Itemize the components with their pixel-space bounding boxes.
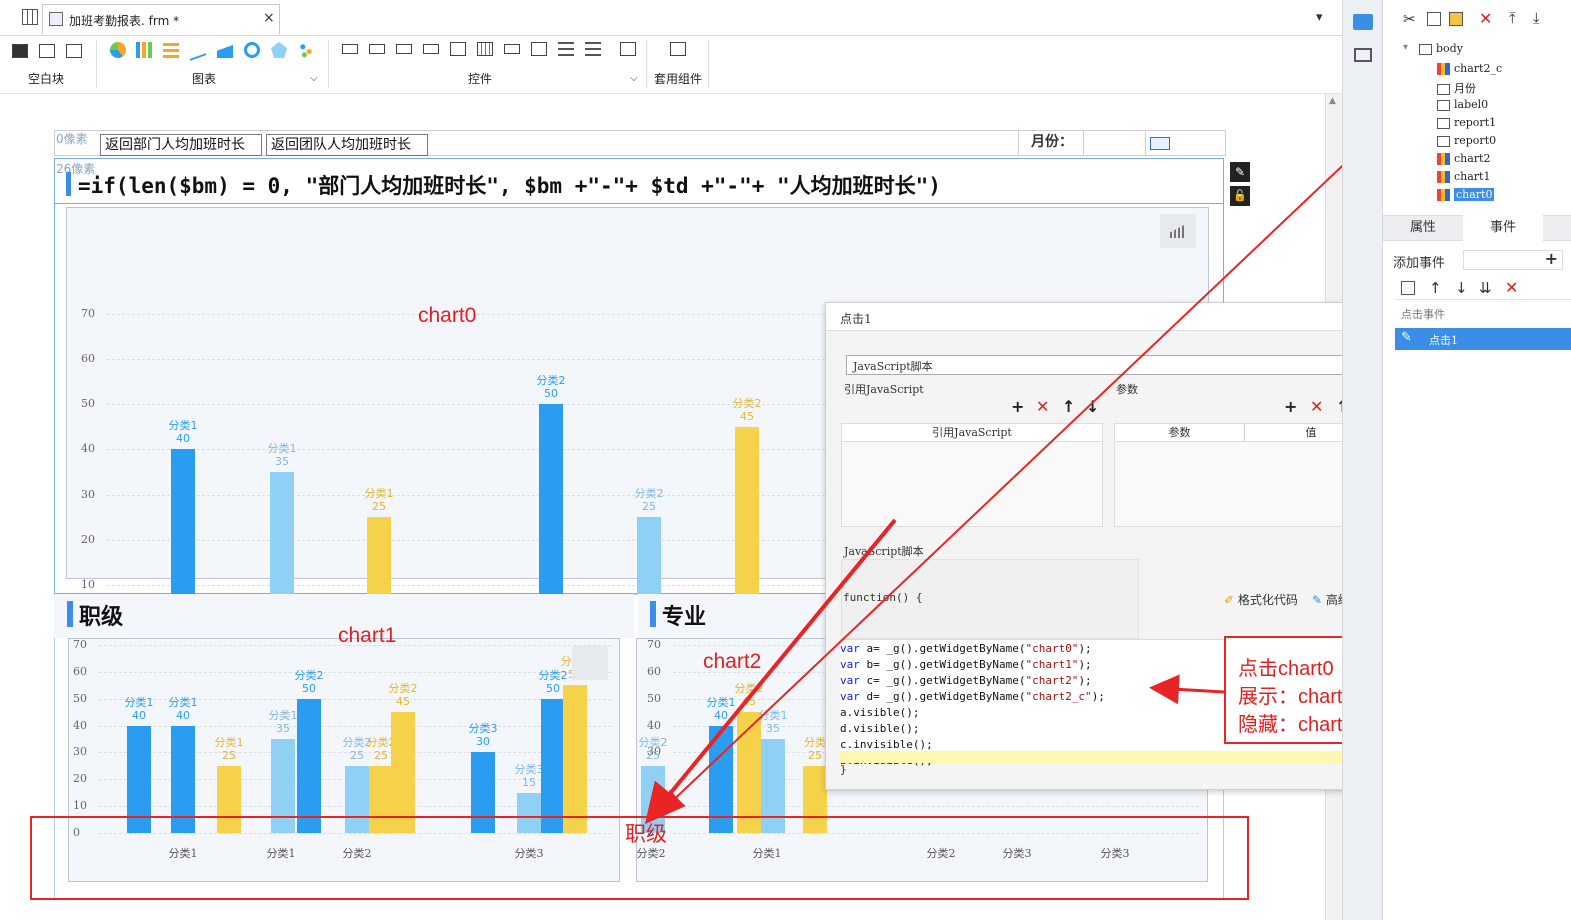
tree-item-label: chart0 xyxy=(1454,188,1495,201)
tree-item-label: 月份 xyxy=(1454,82,1476,95)
add-event-label: 添加事件 xyxy=(1393,256,1446,271)
event-delete-icon[interactable]: ✕ xyxy=(1505,278,1518,297)
tree-item-chart2_c[interactable]: chart2_c xyxy=(1437,62,1502,80)
tree-item-body[interactable]: body xyxy=(1419,42,1463,60)
chart-icon xyxy=(1437,171,1450,183)
copy-icon[interactable] xyxy=(1427,12,1441,26)
report-icon xyxy=(1437,117,1450,129)
tab-properties[interactable]: 属性 xyxy=(1383,215,1463,241)
event-sort-icon[interactable]: ⇊ xyxy=(1479,279,1492,297)
arrow-chart0-to-canvas xyxy=(662,77,1436,811)
widget-settings-icon[interactable] xyxy=(1353,14,1373,30)
chart-icon xyxy=(1437,63,1450,75)
event-item-click1[interactable]: ✎ 点击1 xyxy=(1395,328,1571,350)
paste-icon[interactable] xyxy=(1449,12,1463,26)
tree-item-label: chart1 xyxy=(1454,170,1491,183)
tree-item-chart1[interactable]: chart1 xyxy=(1437,170,1490,188)
right-tool-strip xyxy=(1342,0,1382,920)
right-panel: ✂ ✕ ⤒ ⤓ ▾ body chart2_c 月份 label0 report1 re… xyxy=(1382,0,1571,920)
tree-item-label0[interactable]: label0 xyxy=(1437,98,1488,116)
event-up-icon[interactable]: ↑ xyxy=(1429,279,1442,297)
layout-icon[interactable] xyxy=(1354,48,1372,62)
tree-item-report1[interactable]: report1 xyxy=(1437,116,1496,134)
report-icon xyxy=(1437,135,1450,147)
add-event-plus-icon[interactable]: + xyxy=(1545,249,1558,268)
tree-item-report0[interactable]: report0 xyxy=(1437,134,1496,152)
tree-item-label: chart2 xyxy=(1454,152,1491,165)
label-icon xyxy=(1437,99,1450,111)
tree-item-chart0[interactable]: chart0 xyxy=(1437,188,1495,206)
annotation-arrows xyxy=(644,77,1436,825)
move-top-icon[interactable]: ⤒ xyxy=(1509,9,1516,27)
event-group-label: 点击事件 xyxy=(1401,308,1445,321)
tree-item-label: report1 xyxy=(1454,116,1497,129)
copy-event-icon[interactable] xyxy=(1401,281,1415,295)
tree-item-label: report0 xyxy=(1454,134,1497,147)
cut-icon[interactable]: ✂ xyxy=(1403,10,1416,28)
delete-icon[interactable]: ✕ xyxy=(1479,9,1492,28)
tree-item-月份[interactable]: 月份 xyxy=(1437,80,1476,98)
arrow-dialog-to-canvas xyxy=(644,518,897,825)
tree-item-chart2[interactable]: chart2 xyxy=(1437,152,1490,170)
move-bottom-icon[interactable]: ⤓ xyxy=(1533,9,1540,27)
chart-icon xyxy=(1437,189,1450,201)
chart-icon xyxy=(1437,153,1450,165)
event-down-icon[interactable]: ↓ xyxy=(1455,279,1468,297)
tree-item-label: label0 xyxy=(1454,98,1489,111)
pencil-icon: ✎ xyxy=(1401,330,1412,345)
combo-icon xyxy=(1437,83,1450,95)
tree-item-label: chart2_c xyxy=(1454,62,1503,75)
widget-tree: ▾ body chart2_c 月份 label0 report1 report0 cha… xyxy=(1383,34,1571,210)
arrow-callout-to-code xyxy=(1149,674,1225,705)
collapse-icon[interactable]: ▾ xyxy=(1403,42,1408,53)
add-event-select[interactable]: + xyxy=(1463,249,1563,270)
tab-events[interactable]: 事件 xyxy=(1463,215,1543,241)
